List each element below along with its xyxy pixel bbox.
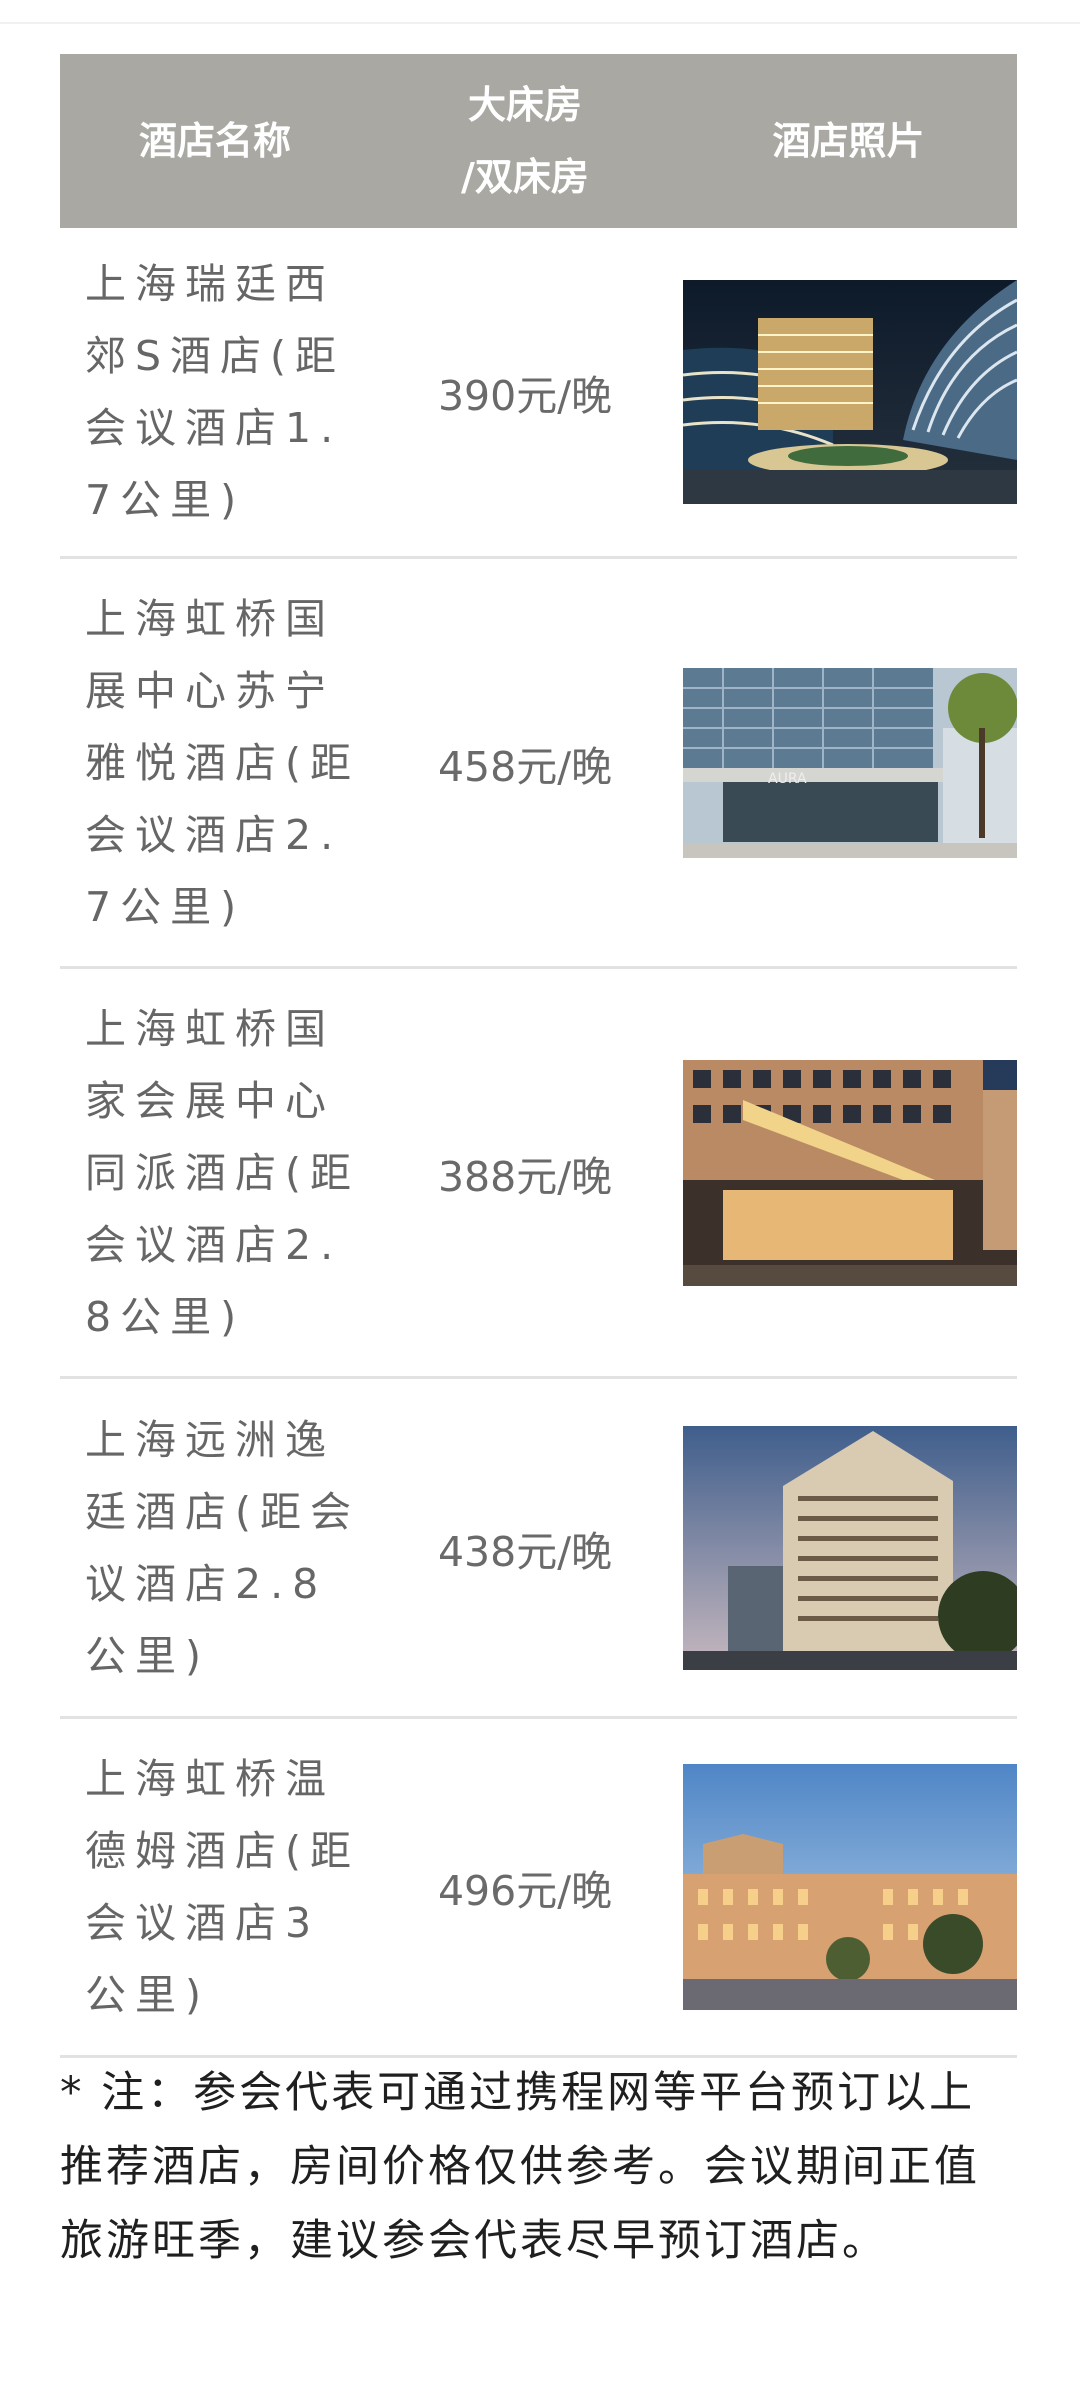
table-row: 上海虹桥国家会展中心同派酒店(距会议酒店2.8公里) 388元/晚 <box>60 969 1017 1379</box>
hotel-1-photo[interactable] <box>683 280 1017 504</box>
hotel-4-photo[interactable] <box>683 1425 1017 1670</box>
hotel-5-photo[interactable] <box>683 1764 1017 2010</box>
table-header: 酒店名称 大床房 /双床房 酒店照片 <box>60 54 1017 228</box>
hotel-price: 388元/晚 <box>437 1152 613 1201</box>
header-hotel-photo: 酒店照片 <box>772 119 925 163</box>
header-room-type: 大床房 /双床房 <box>370 69 680 213</box>
hotel-price: 458元/晚 <box>437 742 613 791</box>
header-room-line2: /双床房 <box>461 155 589 199</box>
hotel-table: 酒店名称 大床房 /双床房 酒店照片 上海瑞廷西郊S酒店(距会议酒店1.7公里)… <box>60 54 1017 2058</box>
hotel-name: 上海远洲逸廷酒店(距会议酒店2.8公里) <box>85 1415 360 1680</box>
hotel-3-photo[interactable] <box>683 1059 1017 1286</box>
hotel-name: 上海瑞廷西郊S酒店(距会议酒店1.7公里) <box>85 260 346 524</box>
hotel-name: 上海虹桥国展中心苏宁雅悦酒店(距会议酒店2.7公里) <box>85 594 360 931</box>
header-room-line1: 大床房 <box>467 83 582 127</box>
header-hotel-name: 酒店名称 <box>138 119 291 163</box>
hotel-price: 496元/晚 <box>437 1867 613 1915</box>
top-divider <box>0 22 1080 24</box>
hotel-price: 438元/晚 <box>437 1527 613 1576</box>
table-row: 上海瑞廷西郊S酒店(距会议酒店1.7公里) 390元/晚 <box>60 228 1017 559</box>
hotel-name: 上海虹桥国家会展中心同派酒店(距会议酒店2.8公里) <box>85 1004 360 1341</box>
hotel-price: 390元/晚 <box>437 372 613 420</box>
hotel-name: 上海虹桥温德姆酒店(距会议酒店3公里) <box>85 1755 360 2019</box>
table-row: 上海虹桥国展中心苏宁雅悦酒店(距会议酒店2.7公里) 458元/晚 AURA <box>60 559 1017 969</box>
booking-note: * 注：参会代表可通过携程网等平台预订以上推荐酒店，房间价格仅供参考。会议期间正… <box>60 2068 980 2266</box>
table-row: 上海虹桥温德姆酒店(距会议酒店3公里) 496元/晚 <box>60 1719 1017 2058</box>
svg-text:AURA: AURA <box>768 771 807 787</box>
hotel-2-photo[interactable]: AURA <box>683 667 1017 858</box>
table-row: 上海远洲逸廷酒店(距会议酒店2.8公里) 438元/晚 <box>60 1379 1017 1719</box>
